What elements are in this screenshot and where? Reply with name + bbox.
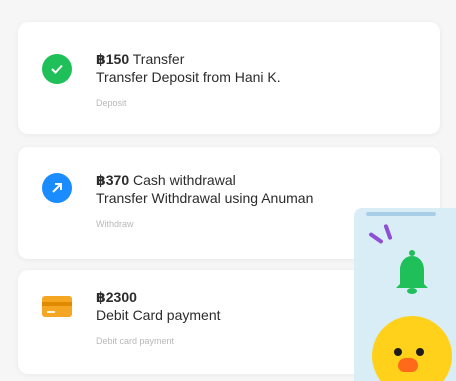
transaction-type: Cash withdrawal	[133, 172, 236, 188]
sparkle-icon	[383, 223, 393, 241]
transaction-amount: ฿370	[96, 172, 130, 188]
transaction-card-deposit[interactable]: ฿150 Transfer Transfer Deposit from Hani…	[18, 22, 440, 134]
transaction-amount: ฿2300	[96, 289, 137, 305]
widget-handle[interactable]	[366, 212, 436, 216]
notification-widget[interactable]	[354, 208, 456, 381]
transaction-category: Deposit	[96, 98, 127, 108]
bell-icon[interactable]	[394, 248, 430, 296]
transaction-amount: ฿150	[96, 51, 130, 67]
transaction-description: Transfer Withdrawal using Anuman	[96, 190, 314, 206]
transaction-title: ฿370 Cash withdrawal	[96, 171, 432, 189]
check-icon	[42, 54, 72, 84]
mascot-chick-icon[interactable]	[372, 316, 452, 381]
mascot-eye	[394, 348, 402, 356]
arrow-icon	[42, 173, 72, 203]
transaction-text: ฿150 Transfer Transfer Deposit from Hani…	[96, 50, 432, 109]
sparkle-icon	[368, 231, 384, 245]
transaction-title: ฿150 Transfer	[96, 50, 432, 68]
mascot-eye	[416, 348, 424, 356]
transaction-type: Transfer	[132, 51, 185, 67]
transactions-screen: ฿150 Transfer Transfer Deposit from Hani…	[0, 0, 456, 381]
credit-card-icon	[42, 296, 72, 317]
transaction-description: Transfer Deposit from Hani K.	[96, 69, 281, 85]
mascot-beak	[398, 358, 418, 372]
